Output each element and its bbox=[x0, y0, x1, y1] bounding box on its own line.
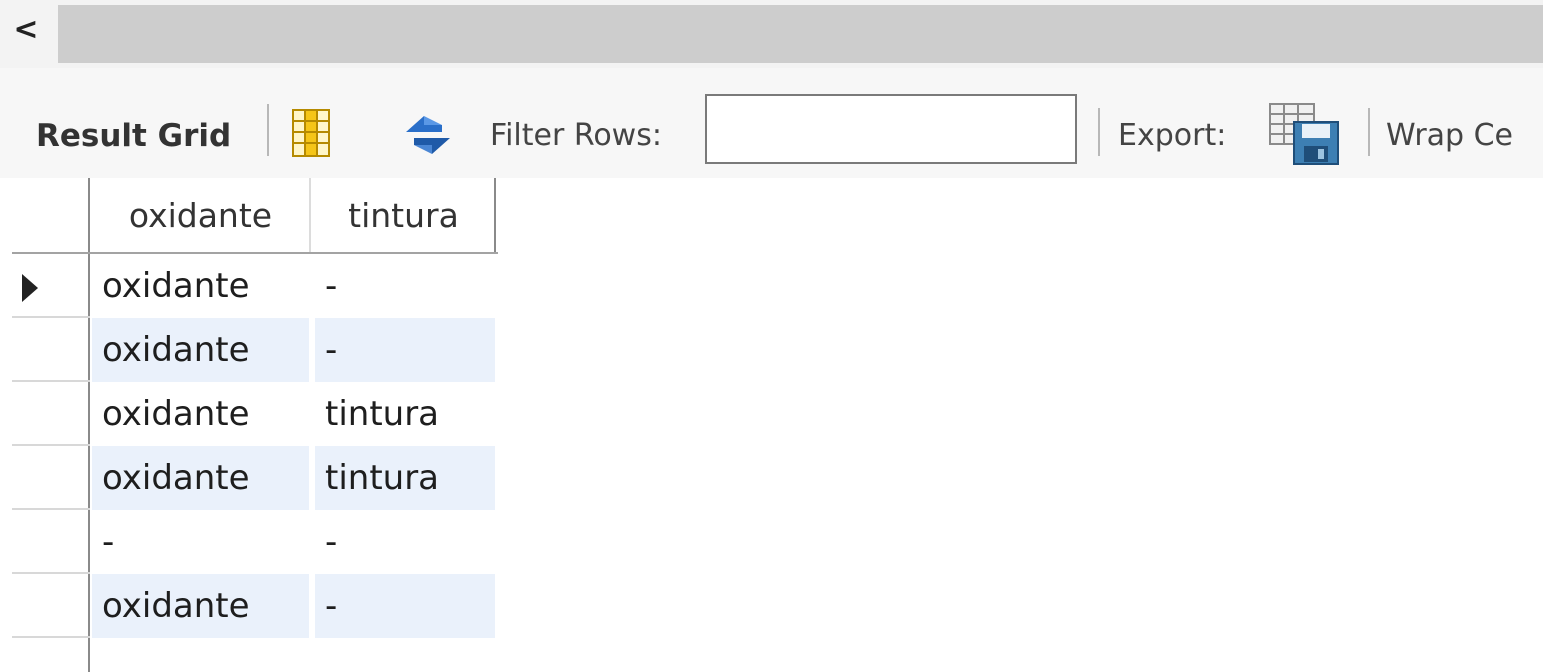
table-cell[interactable]: oxidante bbox=[92, 382, 309, 446]
table-cell[interactable]: oxidante bbox=[92, 254, 309, 318]
filter-rows-input[interactable] bbox=[705, 94, 1077, 164]
table-row[interactable]: oxidante tintura bbox=[12, 446, 498, 510]
toolbar-divider bbox=[1368, 108, 1370, 156]
scroll-left-icon[interactable]: < bbox=[12, 15, 40, 45]
column-header-row: oxidante tintura bbox=[12, 178, 498, 254]
table-cell[interactable]: - bbox=[315, 318, 495, 382]
current-row-arrow-icon bbox=[22, 274, 38, 302]
result-grid-label[interactable]: Result Grid bbox=[36, 116, 231, 156]
row-marker[interactable] bbox=[12, 574, 90, 638]
table-row[interactable]: oxidante - bbox=[12, 318, 498, 382]
toolbar-divider bbox=[267, 104, 269, 156]
result-grid-toolbar: Result Grid Filter Rows: Export: Wrap Ce bbox=[0, 68, 1543, 178]
result-grid: oxidante tintura oxidante - oxidante - o… bbox=[12, 178, 1543, 672]
table-cell[interactable]: oxidante bbox=[92, 446, 309, 510]
wrap-cell-content-label[interactable]: Wrap Ce bbox=[1386, 117, 1513, 155]
row-marker[interactable] bbox=[12, 382, 90, 446]
table-cell[interactable]: tintura bbox=[315, 382, 495, 446]
scroll-thumb[interactable] bbox=[58, 5, 1543, 63]
table-row[interactable]: oxidante - bbox=[12, 254, 498, 318]
row-marker[interactable] bbox=[12, 510, 90, 574]
table-cell[interactable]: tintura bbox=[315, 446, 495, 510]
table-cell[interactable]: - bbox=[315, 574, 495, 638]
toolbar-divider bbox=[1098, 108, 1100, 156]
row-marker[interactable] bbox=[12, 446, 90, 510]
form-grid-icon[interactable] bbox=[291, 108, 331, 158]
table-cell[interactable]: - bbox=[315, 510, 495, 574]
table-cell[interactable]: - bbox=[92, 510, 309, 574]
table-row[interactable]: oxidante tintura bbox=[12, 382, 498, 446]
horizontal-scrollbar[interactable]: < bbox=[0, 0, 1543, 68]
row-marker[interactable] bbox=[12, 254, 90, 318]
table-row[interactable]: oxidante - bbox=[12, 574, 498, 638]
table-cell[interactable]: - bbox=[315, 254, 495, 318]
refresh-icon[interactable] bbox=[398, 110, 458, 160]
export-save-icon[interactable] bbox=[1268, 102, 1344, 166]
row-marker[interactable] bbox=[12, 318, 90, 382]
column-header-tintura[interactable]: tintura bbox=[313, 178, 496, 252]
table-cell[interactable]: oxidante bbox=[92, 574, 309, 638]
table-cell[interactable]: oxidante bbox=[92, 318, 309, 382]
export-label: Export: bbox=[1118, 118, 1227, 153]
table-row[interactable]: - - bbox=[12, 510, 498, 574]
filter-rows-label: Filter Rows: bbox=[490, 118, 662, 153]
result-grid-panel: < Result Grid Filter Rows: Export: Wrap … bbox=[0, 0, 1543, 672]
column-header-oxidante[interactable]: oxidante bbox=[92, 178, 311, 252]
